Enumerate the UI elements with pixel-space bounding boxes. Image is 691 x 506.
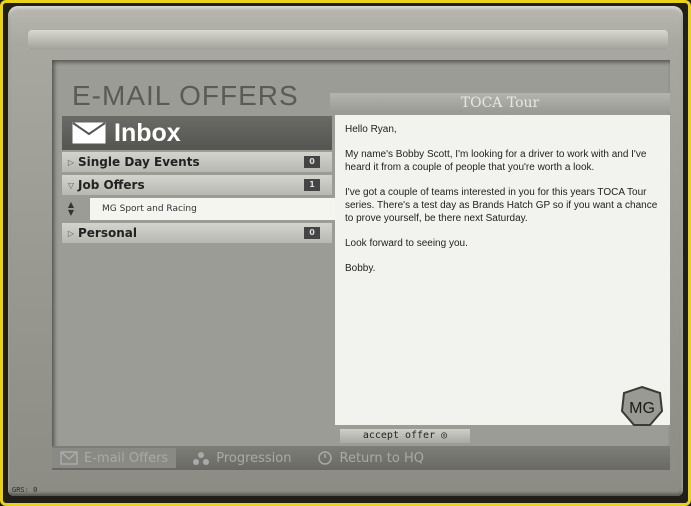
folder-label: Personal [78,226,137,240]
clock-icon [317,451,332,465]
mg-logo: MG [620,385,664,426]
folder-label: Single Day Events [78,155,200,169]
screen: E-MAIL OFFERS TOCA Tour Inbox ▷ Single D… [52,60,670,470]
monitor-bezel: E-MAIL OFFERS TOCA Tour Inbox ▷ Single D… [8,6,683,496]
folder-count: 1 [304,179,320,191]
collapsed-arrow-icon: ▷ [67,157,75,167]
nav-return-hq[interactable]: Return to HQ [308,448,432,468]
inbox-label: Inbox [114,118,181,147]
accept-offer-button[interactable]: accept offer ◎ [340,429,470,443]
job-offer-row: ▲ ▼ MG Sport and Racing [62,198,345,220]
progression-icon [193,452,210,465]
message-paragraph: Look forward to seeing you. [345,238,468,249]
message-paragraph: I've got a couple of teams interested in… [345,187,658,224]
inbox-header: Inbox [62,116,332,150]
nav-email-offers[interactable]: E-mail Offers [52,448,177,468]
nav-progression[interactable]: Progression [184,448,299,468]
sender-bar: TOCA Tour [330,93,670,113]
message-panel: Hello Ryan, My name's Bobby Scott, I'm l… [335,115,670,426]
message-body: Hello Ryan, My name's Bobby Scott, I'm l… [345,123,660,287]
nav-label: Progression [216,450,292,466]
folder-job-offers[interactable]: ▽ Job Offers 1 [62,175,332,195]
folder-single-day-events[interactable]: ▷ Single Day Events 0 [62,152,332,172]
svg-text:MG: MG [629,400,655,417]
collapsed-arrow-icon: ▷ [67,228,75,238]
scroll-stepper-icon[interactable]: ▲ ▼ [62,201,80,217]
page-title: E-MAIL OFFERS [72,80,299,111]
email-list-item[interactable]: MG Sport and Racing [90,198,345,220]
message-paragraph: My name's Bobby Scott, I'm looking for a… [345,149,647,173]
envelope-icon [72,122,106,144]
bottom-nav: E-mail Offers Progression Return to HQ [52,446,670,470]
message-greeting: Hello Ryan, [345,124,397,135]
folder-list: ▷ Single Day Events 0 ▽ Job Offers 1 ▲ ▼ … [62,152,345,246]
envelope-icon [60,451,78,465]
status-text: GRS: 0 [12,486,38,494]
folder-personal[interactable]: ▷ Personal 0 [62,223,332,243]
folder-count: 0 [304,156,320,168]
message-signoff: Bobby. [345,263,376,274]
expanded-arrow-icon: ▽ [67,180,75,190]
folder-count: 0 [304,227,320,239]
folder-label: Job Offers [78,178,145,192]
nav-label: Return to HQ [339,450,424,466]
nav-label: E-mail Offers [84,450,169,466]
monitor-top-rim [28,30,668,50]
